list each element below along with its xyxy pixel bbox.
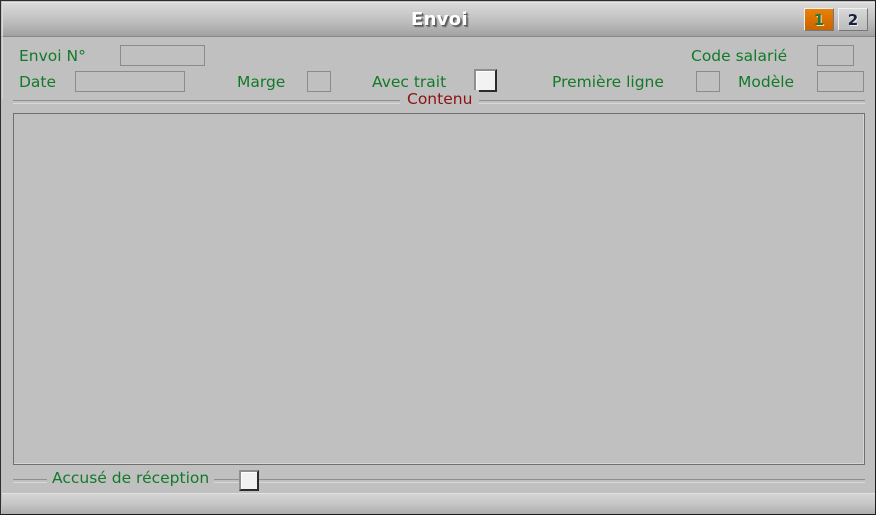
modele-label: Modèle — [738, 73, 795, 91]
accuse-reception-checkbox[interactable] — [239, 470, 259, 491]
marge-input[interactable] — [307, 71, 331, 92]
contenu-legend: Contenu — [400, 90, 480, 108]
window-titlebar: Envoi 1 2 — [2, 2, 875, 37]
envoi-window: Envoi 1 2 Envoi N° Code salarié Date Mar… — [0, 0, 876, 515]
code-salarie-input[interactable] — [817, 45, 854, 66]
envoi-number-input[interactable] — [120, 45, 205, 66]
accuse-reception-label: Accusé de réception — [47, 469, 215, 487]
contenu-rule-right — [479, 100, 865, 104]
contenu-textarea[interactable] — [13, 113, 865, 465]
tab-page-2[interactable]: 2 — [838, 8, 868, 31]
envoi-number-label: Envoi N° — [19, 47, 86, 65]
premiere-ligne-input[interactable] — [696, 71, 720, 92]
code-salarie-label: Code salarié — [691, 47, 788, 65]
tab-bar: 1 2 — [804, 8, 868, 31]
tab-page-1[interactable]: 1 — [804, 8, 834, 31]
window-title: Envoi — [411, 9, 468, 30]
status-bar — [2, 493, 875, 514]
date-label: Date — [19, 73, 57, 91]
date-input[interactable] — [75, 71, 185, 92]
marge-label: Marge — [237, 73, 286, 91]
avec-trait-label: Avec trait — [372, 73, 447, 91]
modele-input[interactable] — [817, 71, 864, 92]
contenu-rule-left — [13, 100, 403, 104]
avec-trait-checkbox[interactable] — [474, 69, 497, 92]
premiere-ligne-label: Première ligne — [552, 73, 664, 91]
